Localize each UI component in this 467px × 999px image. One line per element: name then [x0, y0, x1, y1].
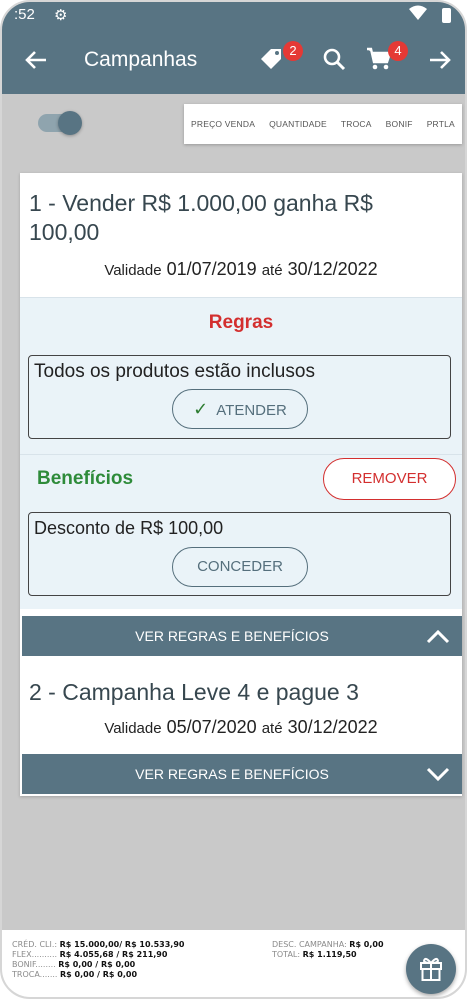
campaign-1-title: 1 - Vender R$ 1.000,00 ganha R$ 100,00 — [29, 190, 373, 245]
troca-row: TROCA....... R$ 0,00 / R$ 0,00 — [12, 970, 137, 979]
gear-icon: ⚙ — [54, 7, 68, 24]
expand-label: VER REGRAS E BENEFÍCIOS — [135, 628, 329, 644]
divider — [20, 454, 462, 455]
status-bar: :52 ⚙ — [2, 2, 465, 28]
toggle-knob — [58, 111, 82, 135]
validity-start: 05/07/2020 — [166, 717, 257, 737]
order-summary-footer: CRÉD. CLI.: R$ 15.000,00/ R$ 10.533,90 F… — [2, 930, 465, 997]
filter-toggle[interactable] — [38, 111, 82, 135]
campaign-1-expand-bar[interactable]: VER REGRAS E BENEFÍCIOS — [22, 616, 462, 656]
flex-row: FLEX.......... R$ 4.055,68 / R$ 211,90 — [12, 950, 167, 959]
status-time: :52 — [14, 6, 35, 23]
label: FLEX.......... — [12, 950, 58, 959]
tab-bonif[interactable]: BONIF — [386, 119, 413, 129]
chevron-down-icon — [426, 764, 450, 784]
validity-end: 30/12/2022 — [287, 259, 378, 279]
label: TOTAL: — [272, 950, 301, 959]
label: CRÉD. CLI.: — [12, 940, 58, 949]
rule-box: Todos os produtos estão inclusos ✓ ATENDE… — [28, 355, 451, 439]
value: R$ 0,00 / R$ 0,00 — [58, 960, 136, 969]
discount-row: DESC. CAMPANHA: R$ 0,00 — [272, 940, 384, 949]
rules-heading: Regras — [208, 312, 274, 333]
campaign-2-title: 2 - Campanha Leve 4 e pague 3 — [29, 679, 359, 705]
back-arrow-icon[interactable] — [24, 44, 48, 79]
cart-badge: 4 — [388, 41, 408, 61]
rules-benefits-panel: Regras Todos os produtos estão inclusos … — [20, 297, 462, 609]
check-icon: ✓ — [193, 399, 209, 419]
campaign-list-card: 1 - Vender R$ 1.000,00 ganha R$ 100,00 V… — [20, 173, 462, 796]
gift-button[interactable] — [406, 944, 456, 994]
remove-button[interactable]: REMOVER — [323, 458, 456, 500]
gift-icon — [420, 957, 442, 981]
campaign-1-validity: Validade 01/07/2019 até 30/12/2022 — [20, 259, 462, 280]
validity-until: até — [261, 262, 283, 279]
value: R$ 4.055,68 / R$ 211,90 — [59, 950, 168, 959]
label: TROCA....... — [12, 970, 58, 979]
value: R$ 0,00 — [349, 940, 384, 949]
tab-prtla[interactable]: PRTLA — [427, 119, 455, 129]
validity-end: 30/12/2022 — [287, 717, 378, 737]
page-title: Campanhas — [84, 48, 198, 71]
chevron-up-icon — [426, 626, 450, 646]
validity-label: Validade — [104, 720, 162, 737]
app-bar: Campanhas 2 4 — [2, 28, 465, 94]
credit-row: CRÉD. CLI.: R$ 15.000,00/ R$ 10.533,90 — [12, 940, 184, 949]
tag-badge: 2 — [283, 41, 303, 61]
value: R$ 1.119,50 — [302, 950, 357, 959]
tab-quantidade[interactable]: QUANTIDADE — [269, 119, 327, 129]
type-tabs: PREÇO VENDA QUANTIDADE TROCA BONIF PRTLA — [184, 104, 462, 144]
battery-icon — [442, 8, 451, 23]
rule-text: Todos os produtos estão inclusos — [34, 361, 315, 382]
campaign-2-validity: Validade 05/07/2020 até 30/12/2022 — [20, 717, 462, 738]
forward-arrow-icon[interactable] — [428, 44, 452, 79]
total-row: TOTAL: R$ 1.119,50 — [272, 950, 357, 959]
tab-troca[interactable]: TROCA — [341, 119, 372, 129]
value: R$ 15.000,00/ R$ 10.533,90 — [59, 940, 185, 949]
validity-label: Validade — [104, 262, 162, 279]
benefit-text: Desconto de R$ 100,00 — [34, 518, 224, 538]
expand-label: VER REGRAS E BENEFÍCIOS — [135, 766, 329, 782]
search-icon[interactable] — [322, 47, 346, 71]
value: R$ 0,00 / R$ 0,00 — [60, 970, 138, 979]
tag-icon[interactable] — [258, 46, 286, 81]
benefits-heading: Benefícios — [37, 468, 134, 489]
label: BONIF........ — [12, 960, 56, 969]
benefit-box: Desconto de R$ 100,00 CONCEDER — [28, 512, 451, 596]
grant-button[interactable]: CONCEDER — [172, 547, 308, 587]
attend-button[interactable]: ✓ ATENDER — [172, 389, 308, 429]
attend-label: ATENDER — [216, 402, 287, 419]
validity-until: até — [261, 720, 283, 737]
validity-start: 01/07/2019 — [166, 259, 257, 279]
label: DESC. CAMPANHA: — [272, 940, 347, 949]
device-frame: :52 ⚙ Campanhas 2 4 PREÇO VENDA QUANTIDA… — [0, 0, 467, 999]
bonif-row: BONIF........ R$ 0,00 / R$ 0,00 — [12, 960, 135, 969]
campaign-2-expand-bar[interactable]: VER REGRAS E BENEFÍCIOS — [22, 754, 462, 794]
tab-preco-venda[interactable]: PREÇO VENDA — [191, 119, 255, 129]
wifi-icon — [409, 5, 427, 25]
